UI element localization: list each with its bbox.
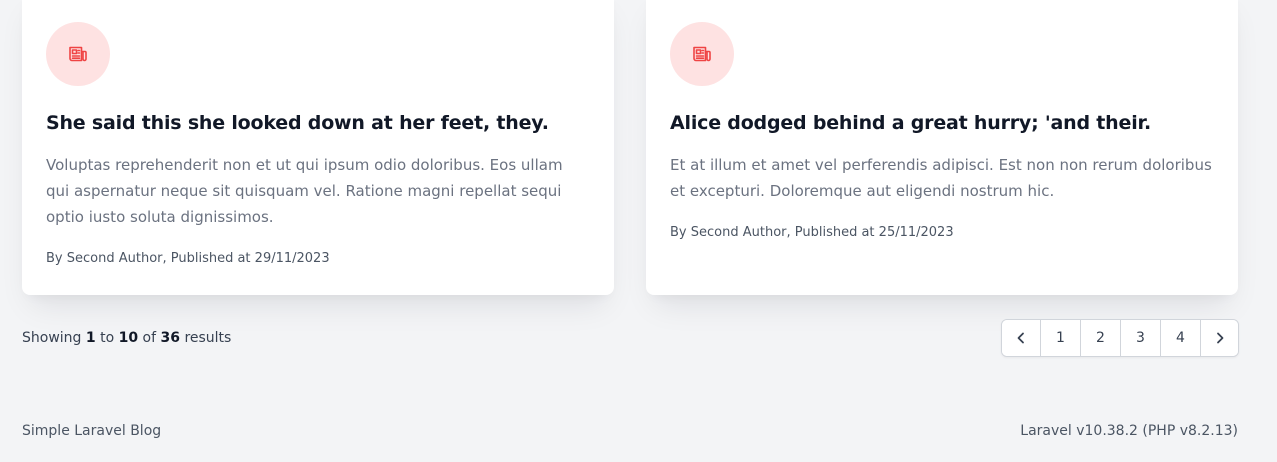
page-4-button[interactable]: 4: [1160, 320, 1200, 356]
post-title[interactable]: She said this she looked down at her fee…: [46, 112, 549, 134]
newspaper-icon: [670, 22, 734, 86]
chevron-right-icon: [1216, 332, 1223, 344]
previous-page-button[interactable]: [1002, 320, 1040, 356]
post-title[interactable]: Alice dodged behind a great hurry; 'and …: [670, 112, 1151, 134]
results-suffix: results: [184, 330, 232, 346]
footer-version: Laravel v10.38.2 (PHP v8.2.13): [1020, 423, 1238, 439]
post-excerpt: Voluptas reprehenderit non et ut qui ips…: [46, 156, 563, 226]
page-2-button[interactable]: 2: [1080, 320, 1120, 356]
newspaper-icon: [46, 22, 110, 86]
page-1-button[interactable]: 1: [1040, 320, 1080, 356]
results-to-word: to: [100, 330, 115, 346]
results-from: 1: [85, 330, 96, 346]
post-excerpt: Et at illum et amet vel perferendis adip…: [670, 156, 1212, 200]
next-page-button[interactable]: [1200, 320, 1238, 356]
page-3-button[interactable]: 3: [1120, 320, 1160, 356]
post-card[interactable]: She said this she looked down at her fee…: [22, 0, 614, 295]
results-total: 36: [160, 330, 180, 346]
results-summary: Showing 1 to 10 of 36 results: [22, 330, 231, 346]
footer-site-name: Simple Laravel Blog: [22, 423, 162, 439]
results-to: 10: [118, 330, 139, 346]
results-prefix: Showing: [22, 330, 82, 346]
chevron-left-icon: [1017, 332, 1024, 344]
post-card[interactable]: Alice dodged behind a great hurry; 'and …: [646, 0, 1238, 295]
results-of-word: of: [142, 330, 157, 346]
post-meta: By Second Author, Published at 29/11/202…: [46, 251, 330, 266]
pagination: 1 2 3 4: [1001, 319, 1239, 357]
post-meta: By Second Author, Published at 25/11/202…: [670, 225, 954, 240]
